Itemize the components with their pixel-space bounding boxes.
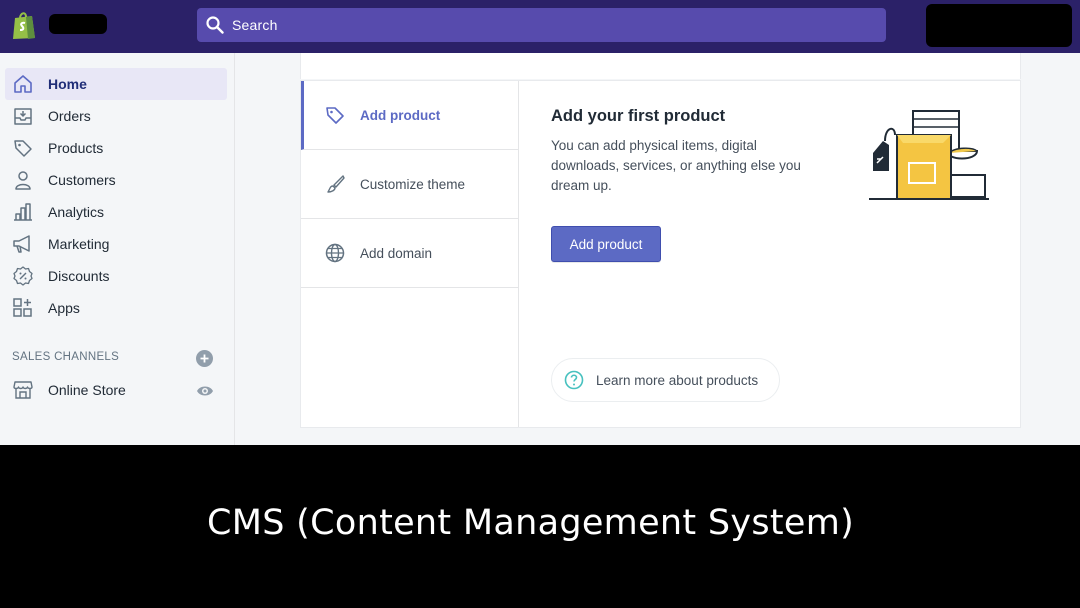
- orders-icon: [14, 108, 32, 125]
- sidebar-item-label: Products: [48, 140, 104, 156]
- globe-icon: [325, 243, 345, 263]
- search-icon: [206, 16, 224, 34]
- shopify-bag-icon[interactable]: [11, 10, 37, 40]
- plus-circle-icon[interactable]: [196, 350, 213, 367]
- sidebar-item-orders[interactable]: Orders: [5, 100, 227, 132]
- tab-customize-theme[interactable]: Customize theme: [301, 150, 518, 219]
- sidebar-item-label: Customers: [48, 172, 116, 188]
- sidebar-item-label: Analytics: [48, 204, 105, 220]
- bar-chart-icon: [14, 203, 32, 221]
- apps-icon: [13, 298, 32, 317]
- sidebar-item-customers[interactable]: Customers: [5, 164, 227, 196]
- sales-channels-heading: SALES CHANNELS: [12, 351, 120, 363]
- setup-guide-card: Add product Customize theme Add domain A…: [300, 80, 1021, 428]
- setup-tabs: Add product Customize theme Add domain: [301, 81, 519, 427]
- help-circle-icon: [564, 370, 584, 390]
- paintbrush-icon: [327, 175, 345, 193]
- card-previous-section: [300, 53, 1021, 79]
- eye-icon[interactable]: [196, 384, 214, 398]
- app-area: Home Orders Products Customers Analytics…: [0, 53, 1080, 445]
- product-box-illustration: [869, 110, 989, 200]
- top-bar: Search: [0, 0, 1080, 53]
- sidebar-item-discounts[interactable]: Discounts: [5, 260, 227, 292]
- sidebar-item-apps[interactable]: Apps: [5, 292, 227, 324]
- tab-label: Customize theme: [360, 176, 466, 192]
- panel-title: Add your first product: [551, 107, 726, 125]
- search-bar[interactable]: Search: [197, 8, 886, 42]
- main-content: Add product Customize theme Add domain A…: [236, 53, 1080, 445]
- discount-icon: [13, 266, 33, 286]
- sidebar-item-label: Marketing: [48, 236, 110, 252]
- sidebar-item-home[interactable]: Home: [5, 68, 227, 100]
- sidebar-item-label: Online Store: [48, 382, 126, 398]
- store-name-redacted: [49, 14, 107, 34]
- tag-icon: [326, 107, 344, 124]
- learn-more-label: Learn more about products: [596, 372, 759, 388]
- home-icon: [14, 75, 32, 93]
- sidebar-item-analytics[interactable]: Analytics: [5, 196, 227, 228]
- video-caption-bar: CMS (Content Management System): [0, 445, 1080, 608]
- tab-label: Add product: [360, 107, 441, 123]
- caption-text: CMS (Content Management System): [207, 503, 855, 543]
- panel-description: You can add physical items, digital down…: [551, 138, 801, 193]
- sidebar-item-products[interactable]: Products: [5, 132, 227, 164]
- sidebar-item-online-store[interactable]: Online Store: [5, 374, 227, 406]
- tab-add-product[interactable]: Add product: [301, 81, 518, 150]
- store-icon: [13, 381, 33, 399]
- sidebar-item-label: Discounts: [48, 268, 110, 284]
- sidebar: Home Orders Products Customers Analytics…: [0, 53, 235, 445]
- tab-add-domain[interactable]: Add domain: [301, 219, 518, 288]
- person-icon: [15, 171, 31, 190]
- search-input[interactable]: Search: [232, 17, 278, 33]
- account-menu-redacted[interactable]: [926, 4, 1072, 47]
- add-product-button[interactable]: Add product: [551, 226, 661, 262]
- sidebar-item-marketing[interactable]: Marketing: [5, 228, 227, 260]
- learn-more-link[interactable]: Learn more about products: [551, 358, 780, 402]
- sidebar-item-label: Home: [48, 76, 87, 92]
- sidebar-item-label: Orders: [48, 108, 91, 124]
- tab-label: Add domain: [360, 245, 433, 261]
- tag-icon: [14, 140, 32, 157]
- sidebar-item-label: Apps: [48, 300, 80, 316]
- megaphone-icon: [13, 235, 30, 253]
